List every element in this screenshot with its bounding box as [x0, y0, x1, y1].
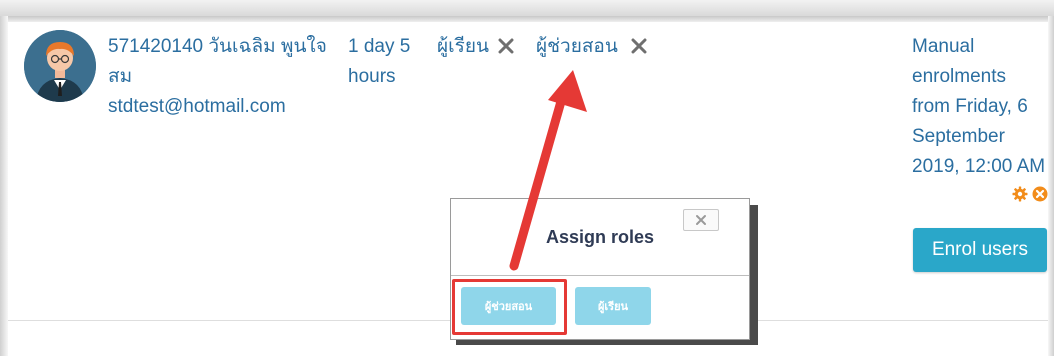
remove-role-icon[interactable]	[630, 37, 648, 60]
user-email: stdtest@hotmail.com	[108, 96, 286, 117]
unenrol-icon[interactable]	[1032, 186, 1048, 202]
window-frame-top	[0, 0, 1054, 16]
dialog-title: Assign roles	[545, 227, 655, 247]
enrol-users-button[interactable]: Enrol users	[913, 228, 1047, 272]
remove-role-icon[interactable]	[497, 37, 515, 60]
dialog-divider	[451, 275, 749, 276]
last-access-text: 1 day 5 hours	[348, 36, 411, 87]
role-assistant-label: ผู้ช่วยสอน	[536, 36, 618, 57]
window-frame-right	[1048, 16, 1054, 356]
enrolment-method-text: Manual enrolments from Friday, 6 Septemb…	[912, 36, 1046, 177]
close-icon	[696, 215, 706, 225]
user-avatar[interactable]	[24, 30, 96, 102]
window-frame-left	[0, 16, 8, 356]
role-student-label: ผู้เรียน	[437, 36, 489, 57]
assign-student-button[interactable]: ผู้เรียน	[575, 287, 651, 325]
highlight-box	[452, 279, 567, 335]
window-frame-shadow	[0, 16, 1054, 22]
gear-icon[interactable]	[1012, 186, 1028, 202]
user-fullname-link[interactable]: 571420140 วันเฉลิม พูนใจสม	[108, 32, 338, 92]
